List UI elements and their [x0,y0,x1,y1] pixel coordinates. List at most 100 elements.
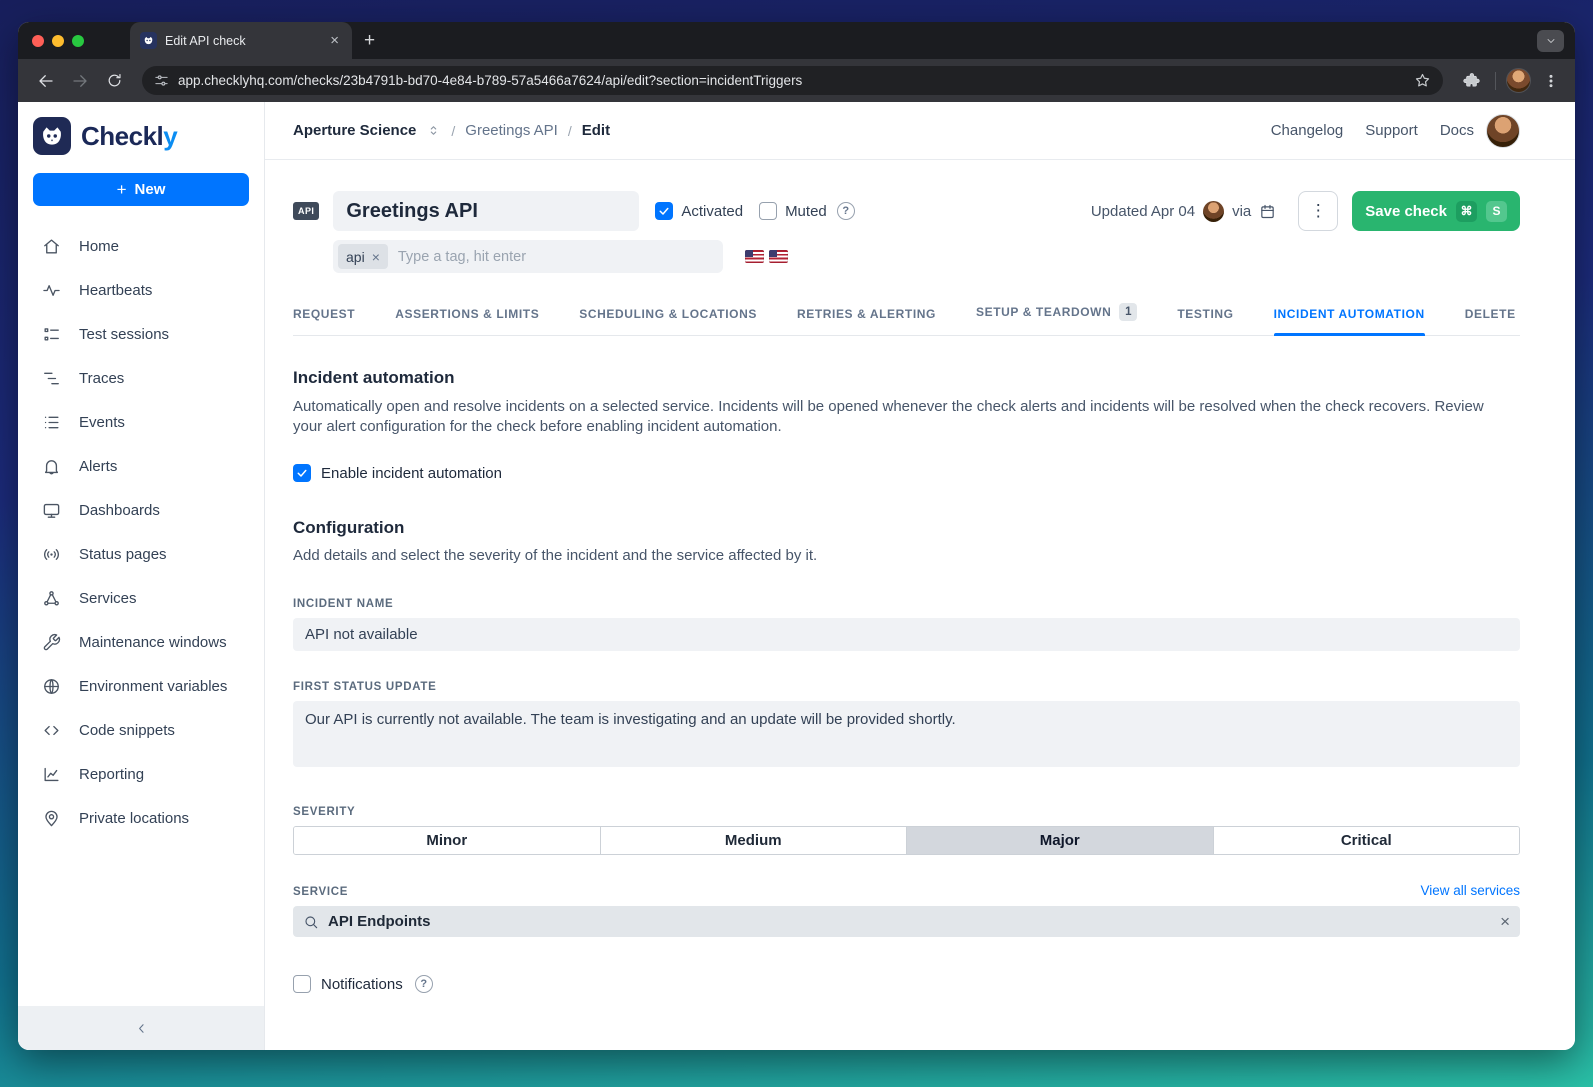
tab-close-icon[interactable]: × [327,32,342,49]
check-icon [296,467,308,479]
via-text: via [1232,203,1251,220]
tag-remove-icon[interactable]: × [372,249,380,265]
browser-profile-avatar[interactable] [1506,68,1531,93]
breadcrumb: Aperture Science / Greetings API / Edit [293,122,610,139]
sidebar-item-test-sessions[interactable]: Test sessions [18,312,264,356]
sidebar-item-home[interactable]: Home [18,224,264,268]
tab-testing[interactable]: TESTING [1177,307,1233,335]
save-check-button[interactable]: Save check ⌘ S [1352,191,1520,231]
section-title: Incident automation [293,368,1520,388]
severity-option-major[interactable]: Major [906,827,1213,854]
reload-button[interactable] [100,67,128,95]
app-header: Aperture Science / Greetings API / Edit … [265,102,1575,160]
browser-tab[interactable]: Edit API check × [130,22,352,59]
tab-incident-automation[interactable]: INCIDENT AUTOMATION [1274,307,1425,335]
sidebar-item-environment-variables[interactable]: Environment variables [18,664,264,708]
sidebar-item-reporting[interactable]: Reporting [18,752,264,796]
forward-button[interactable] [66,67,94,95]
user-avatar[interactable] [1486,114,1520,148]
updated-text: Updated Apr 04 [1091,203,1195,220]
sidebar-item-status-pages[interactable]: Status pages [18,532,264,576]
docs-link[interactable]: Docs [1440,122,1474,139]
extensions-icon[interactable] [1457,67,1485,95]
tab-title: Edit API check [165,34,319,48]
tab-retries-alerting[interactable]: RETRIES & ALERTING [797,307,936,335]
toolbar-divider [1495,72,1496,90]
breadcrumb-check-name[interactable]: Greetings API [465,122,558,139]
sidebar-item-traces[interactable]: Traces [18,356,264,400]
activated-checkbox[interactable] [655,202,673,220]
check-title-row: API Activated Muted ? Updated Apr [293,191,1520,231]
muted-checkbox[interactable] [759,202,777,220]
sidebar-item-private-locations[interactable]: Private locations [18,796,264,840]
broadcast-icon [42,545,61,564]
account-switcher[interactable]: Aperture Science [293,122,416,139]
updated-info: Updated Apr 04 via [1091,201,1276,222]
incident-name-input[interactable] [293,618,1520,651]
sidebar-nav: Home Heartbeats Test sessions Traces Eve… [18,216,264,1006]
support-link[interactable]: Support [1365,122,1418,139]
url-text[interactable]: app.checklyhq.com/checks/23b4791b-bd70-4… [178,73,1405,88]
tab-request[interactable]: REQUEST [293,307,355,335]
enable-incident-automation-row[interactable]: Enable incident automation [293,464,1520,482]
sidebar-item-label: Maintenance windows [79,634,227,651]
severity-option-medium[interactable]: Medium [600,827,907,854]
events-icon [42,413,61,432]
sidebar-item-maintenance-windows[interactable]: Maintenance windows [18,620,264,664]
close-window-button[interactable] [32,35,44,47]
chart-icon [42,765,61,784]
tab-search-button[interactable] [1537,30,1564,52]
tab-assertions-limits[interactable]: ASSERTIONS & LIMITS [395,307,539,335]
pin-icon [42,809,61,828]
sidebar-item-services[interactable]: Services [18,576,264,620]
tags-input-container[interactable]: api × [333,240,723,273]
sidebar-item-code-snippets[interactable]: Code snippets [18,708,264,752]
address-bar[interactable]: app.checklyhq.com/checks/23b4791b-bd70-4… [142,66,1443,95]
new-button-label: New [135,181,166,198]
new-tab-button[interactable]: + [364,31,375,50]
check-icon [658,205,670,217]
maximize-window-button[interactable] [72,35,84,47]
enable-incident-automation-checkbox[interactable] [293,464,311,482]
notifications-help-icon[interactable]: ? [415,975,433,993]
changelog-link[interactable]: Changelog [1271,122,1344,139]
site-settings-icon[interactable] [154,73,169,88]
service-select[interactable]: API Endpoints × [293,906,1520,937]
tab-setup-teardown[interactable]: SETUP & TEARDOWN 1 [976,303,1137,335]
sidebar-collapse-button[interactable] [18,1006,264,1050]
browser-menu-icon[interactable] [1537,67,1565,95]
muted-checkbox-row[interactable]: Muted [759,202,827,220]
minimize-window-button[interactable] [52,35,64,47]
tab-scheduling-locations[interactable]: SCHEDULING & LOCATIONS [579,307,757,335]
sidebar-item-heartbeats[interactable]: Heartbeats [18,268,264,312]
notifications-checkbox[interactable] [293,975,311,993]
sidebar-item-label: Reporting [79,766,144,783]
plus-icon: + [117,181,127,198]
mute-help-icon[interactable]: ? [837,202,855,220]
calendar-icon [1259,203,1276,220]
back-button[interactable] [32,67,60,95]
bookmark-star-icon[interactable] [1414,72,1431,89]
sidebar-item-alerts[interactable]: Alerts [18,444,264,488]
service-label-row: SERVICE View all services [293,883,1520,898]
tag-input[interactable] [398,249,718,265]
tab-delete[interactable]: DELETE [1465,307,1516,335]
sidebar-item-events[interactable]: Events [18,400,264,444]
service-clear-icon[interactable]: × [1500,913,1510,930]
notifications-label: Notifications [321,976,403,993]
check-options-button[interactable]: ⋮ [1298,191,1338,231]
notifications-row: Notifications ? [293,975,1520,993]
header-links: Changelog Support Docs [1271,122,1474,139]
view-all-services-link[interactable]: View all services [1420,883,1520,898]
check-name-input[interactable] [333,191,639,231]
severity-option-critical[interactable]: Critical [1213,827,1520,854]
us-flag-icon [745,250,764,263]
chevron-up-down-icon[interactable] [426,123,441,138]
new-check-button[interactable]: + New [33,173,249,206]
first-status-update-textarea[interactable]: Our API is currently not available. The … [293,701,1520,767]
checkly-logo[interactable]: Checkly [18,102,264,165]
activated-checkbox-row[interactable]: Activated [655,202,743,220]
sidebar-item-dashboards[interactable]: Dashboards [18,488,264,532]
severity-option-minor[interactable]: Minor [294,827,600,854]
severity-label: SEVERITY [293,806,1520,818]
